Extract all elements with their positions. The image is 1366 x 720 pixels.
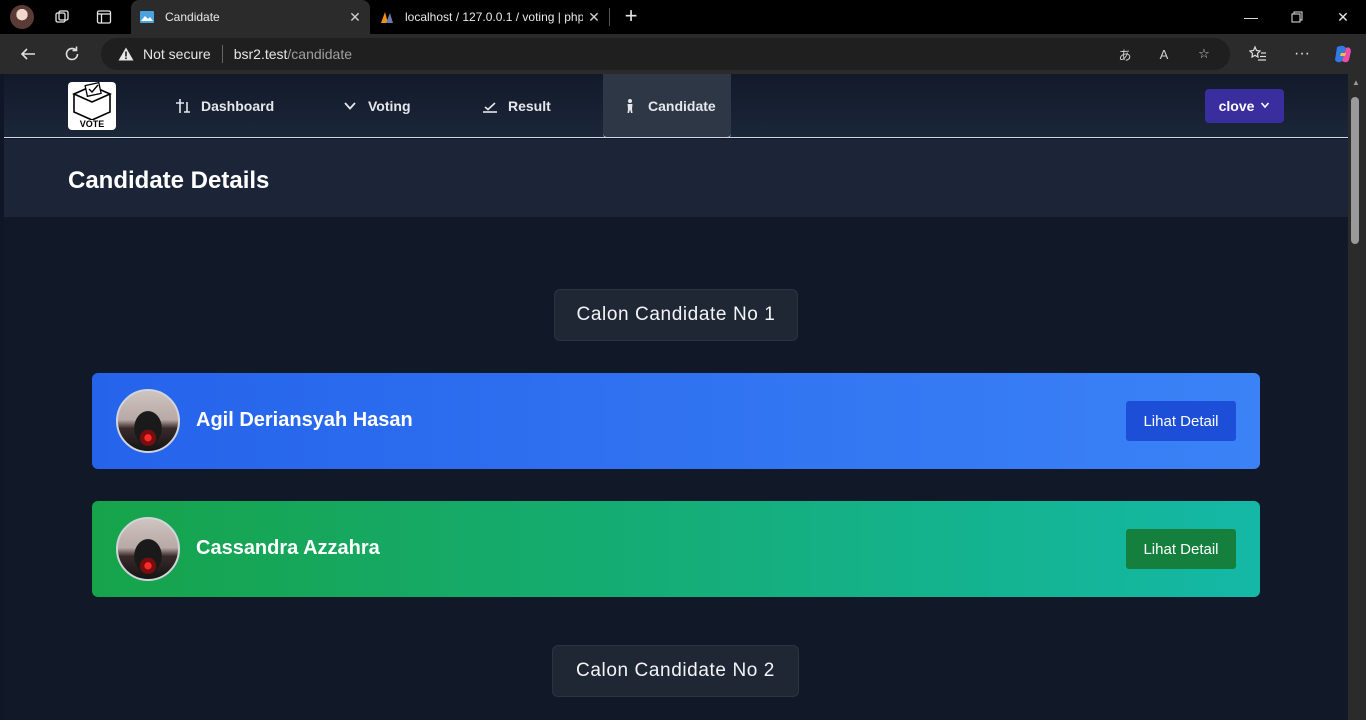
- image-favicon-icon: [139, 9, 155, 25]
- minimize-icon[interactable]: —: [1228, 0, 1274, 34]
- back-icon[interactable]: [14, 40, 42, 68]
- nav-result-label: Result: [508, 98, 551, 114]
- chevron-down-icon: [341, 97, 359, 115]
- translate-icon[interactable]: あ: [1115, 44, 1135, 64]
- page-title: Candidate Details: [68, 167, 270, 194]
- nav-dashboard[interactable]: Dashboard: [174, 74, 274, 138]
- candidate-card: Agil Deriansyah Hasan Lihat Detail: [92, 373, 1260, 469]
- chevron-down-icon: [1260, 100, 1270, 113]
- phpmyadmin-favicon-icon: [379, 9, 395, 25]
- address-divider: [221, 45, 223, 63]
- warning-icon[interactable]: [117, 46, 135, 62]
- favorite-star-icon[interactable]: ☆: [1194, 44, 1214, 64]
- dashboard-icon: [174, 97, 192, 115]
- tab-phpmyadmin[interactable]: localhost / 127.0.0.1 / voting | php ✕: [371, 0, 609, 34]
- candidate-avatar: [116, 389, 180, 453]
- tab-separator: [609, 8, 610, 26]
- workspaces-icon[interactable]: [51, 6, 73, 28]
- nav-candidate-label: Candidate: [648, 97, 716, 114]
- copilot-icon[interactable]: [1329, 40, 1357, 68]
- close-window-icon[interactable]: ✕: [1320, 0, 1366, 34]
- browser-tabstrip: Candidate ✕ localhost / 127.0.0.1 / voti…: [0, 0, 1366, 34]
- view-detail-button[interactable]: Lihat Detail: [1126, 401, 1236, 441]
- candidate-card: Cassandra Azzahra Lihat Detail: [92, 501, 1260, 597]
- reload-icon[interactable]: [58, 40, 86, 68]
- tab-candidate[interactable]: Candidate ✕: [131, 0, 370, 34]
- close-tab-icon[interactable]: ✕: [344, 6, 366, 28]
- tab-title: Candidate: [165, 10, 220, 24]
- restore-icon[interactable]: [1274, 0, 1320, 34]
- user-menu-button[interactable]: clove: [1205, 89, 1284, 123]
- nav-voting-label: Voting: [368, 98, 411, 114]
- page-viewport: VOTE Dashboard Voting Result Candidate c…: [4, 74, 1348, 720]
- user-name: clove: [1218, 98, 1255, 114]
- check-icon: [481, 97, 499, 115]
- close-tab-icon[interactable]: ✕: [583, 6, 605, 28]
- nav-candidate[interactable]: Candidate: [603, 74, 731, 138]
- logo-label: VOTE: [79, 119, 105, 129]
- section-badge: Calon Candidate No 2: [552, 645, 799, 697]
- section-badge: Calon Candidate No 1: [554, 289, 798, 341]
- app-navbar: VOTE Dashboard Voting Result Candidate c…: [4, 74, 1348, 138]
- scroll-up-icon[interactable]: ▲: [1350, 78, 1362, 90]
- browser-toolbar: Not secure bsr2.test/candidate あ A ☆ ···: [0, 34, 1366, 74]
- url-path: /candidate: [287, 46, 353, 62]
- nav-result[interactable]: Result: [481, 74, 551, 138]
- tab-actions-icon[interactable]: [93, 6, 115, 28]
- profile-avatar[interactable]: [10, 5, 34, 29]
- favorites-icon[interactable]: [1244, 40, 1272, 68]
- candidate-name: Cassandra Azzahra: [196, 537, 380, 559]
- ballot-box-icon: [72, 82, 112, 121]
- nav-voting[interactable]: Voting: [341, 74, 411, 138]
- person-icon: [621, 97, 639, 115]
- view-detail-button[interactable]: Lihat Detail: [1126, 529, 1236, 569]
- tab-title: localhost / 127.0.0.1 / voting | php: [405, 10, 583, 24]
- new-tab-icon[interactable]: +: [619, 5, 643, 29]
- read-aloud-icon[interactable]: A: [1154, 44, 1174, 64]
- security-label[interactable]: Not secure: [143, 46, 211, 62]
- candidate-name: Agil Deriansyah Hasan: [196, 409, 413, 431]
- vote-logo[interactable]: VOTE: [68, 82, 116, 130]
- scrollbar-thumb[interactable]: [1351, 97, 1359, 244]
- candidate-avatar: [116, 517, 180, 581]
- address-bar[interactable]: Not secure bsr2.test/candidate あ A ☆: [101, 38, 1230, 70]
- nav-dashboard-label: Dashboard: [201, 98, 275, 114]
- url-host: bsr2.test: [233, 46, 288, 62]
- more-options-icon[interactable]: ···: [1288, 40, 1316, 68]
